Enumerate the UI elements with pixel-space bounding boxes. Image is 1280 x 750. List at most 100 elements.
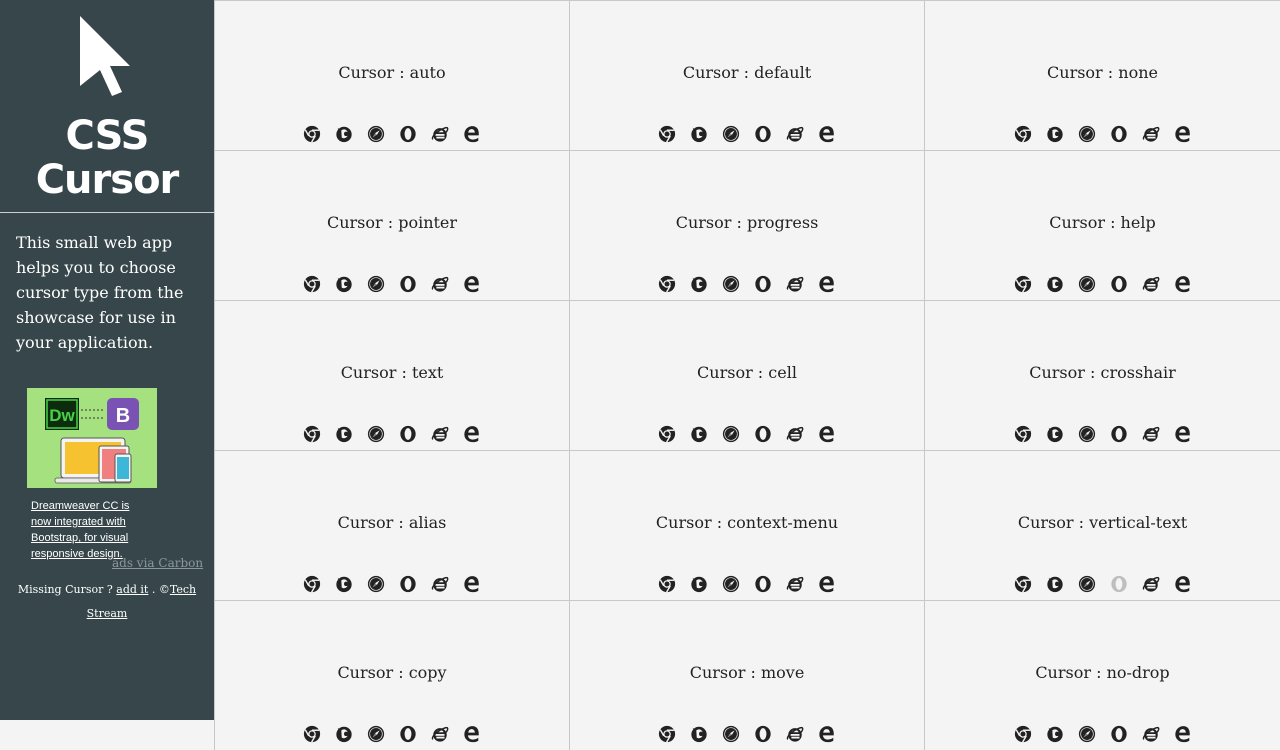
cursor-cell[interactable]: Cursor : context-menu xyxy=(569,450,924,600)
chrome-icon xyxy=(658,425,676,447)
opera-icon xyxy=(1110,725,1128,747)
cursor-cell[interactable]: Cursor : move xyxy=(569,600,924,750)
ad-bootstrap-badge: B xyxy=(116,405,130,427)
ie-icon xyxy=(431,275,449,297)
opera-icon xyxy=(399,125,417,147)
cursor-cell[interactable]: Cursor : help xyxy=(924,150,1280,300)
ad-link[interactable]: Dreamweaver CC is now integrated with Bo… xyxy=(31,498,151,562)
cursor-label: Cursor : pointer xyxy=(326,213,458,232)
cursor-cell[interactable]: Cursor : vertical-text xyxy=(924,450,1280,600)
edge-icon xyxy=(818,425,836,447)
firefox-icon xyxy=(690,125,708,147)
chrome-icon xyxy=(1014,575,1032,597)
edge-icon xyxy=(1174,125,1192,147)
cursor-cell[interactable]: Cursor : copy xyxy=(214,600,569,750)
cursor-label: Cursor : auto xyxy=(338,63,446,82)
cursor-label: Cursor : default xyxy=(682,63,812,82)
safari-icon xyxy=(367,125,385,147)
chrome-icon xyxy=(1014,275,1032,297)
chrome-icon xyxy=(303,425,321,447)
ie-icon xyxy=(1142,275,1160,297)
opera-icon xyxy=(399,425,417,447)
firefox-icon xyxy=(335,275,353,297)
safari-icon xyxy=(722,725,740,747)
cursor-label: Cursor : vertical-text xyxy=(1017,513,1188,532)
safari-icon xyxy=(1078,725,1096,747)
cursor-cell[interactable]: Cursor : no-drop xyxy=(924,600,1280,750)
cursor-label: Cursor : move xyxy=(689,663,805,682)
ie-icon xyxy=(786,725,804,747)
sidebar-divider xyxy=(0,212,214,213)
edge-icon xyxy=(1174,575,1192,597)
browser-support-icons xyxy=(215,725,569,747)
cursor-cell[interactable]: Cursor : auto xyxy=(214,0,569,150)
browser-support-icons xyxy=(570,125,924,147)
edge-icon xyxy=(463,125,481,147)
cursor-label: Cursor : text xyxy=(340,363,444,382)
cursor-cell[interactable]: Cursor : pointer xyxy=(214,150,569,300)
chrome-icon xyxy=(303,725,321,747)
firefox-icon xyxy=(690,425,708,447)
sidebar-footer: Missing Cursor ? add it . ©Tech Stream xyxy=(0,578,214,626)
safari-icon xyxy=(1078,425,1096,447)
chrome-icon xyxy=(1014,725,1032,747)
ad-image[interactable]: Dw B xyxy=(27,388,157,488)
edge-icon xyxy=(463,575,481,597)
chrome-icon xyxy=(1014,425,1032,447)
firefox-icon xyxy=(335,725,353,747)
browser-support-icons xyxy=(925,725,1280,747)
firefox-icon xyxy=(1046,575,1064,597)
safari-icon xyxy=(1078,125,1096,147)
cursor-label: Cursor : progress xyxy=(675,213,819,232)
opera-icon xyxy=(1110,125,1128,147)
cursor-grid: Cursor : auto Cursor : default Cursor : no… xyxy=(214,0,1280,750)
ie-icon xyxy=(431,725,449,747)
safari-icon xyxy=(1078,575,1096,597)
cursor-cell[interactable]: Cursor : progress xyxy=(569,150,924,300)
chrome-icon xyxy=(658,275,676,297)
firefox-icon xyxy=(335,125,353,147)
cursor-cell[interactable]: Cursor : crosshair xyxy=(924,300,1280,450)
safari-icon xyxy=(1078,275,1096,297)
firefox-icon xyxy=(690,725,708,747)
cursor-label: Cursor : cell xyxy=(697,363,797,382)
firefox-icon xyxy=(1046,125,1064,147)
cursor-cell[interactable]: Cursor : text xyxy=(214,300,569,450)
browser-support-icons xyxy=(925,125,1280,147)
cursor-cell[interactable]: Cursor : alias xyxy=(214,450,569,600)
ads-via-carbon-link[interactable]: ads via Carbon xyxy=(112,556,203,570)
ie-icon xyxy=(786,125,804,147)
browser-support-icons xyxy=(570,425,924,447)
ie-icon xyxy=(1142,425,1160,447)
chrome-icon xyxy=(303,125,321,147)
edge-icon xyxy=(818,125,836,147)
add-it-link[interactable]: add it xyxy=(116,583,148,596)
chrome-icon xyxy=(658,725,676,747)
opera-icon xyxy=(754,575,772,597)
firefox-icon xyxy=(1046,725,1064,747)
cursor-cell[interactable]: Cursor : none xyxy=(924,0,1280,150)
app-description: This small web app helps you to choose c… xyxy=(16,233,184,352)
browser-support-icons xyxy=(570,575,924,597)
sidebar: CSS Cursor This small web app helps you … xyxy=(0,0,214,720)
ie-icon xyxy=(786,575,804,597)
ie-icon xyxy=(1142,575,1160,597)
browser-support-icons xyxy=(215,575,569,597)
browser-support-icons xyxy=(925,575,1280,597)
ad-dw-badge: Dw xyxy=(49,406,75,425)
opera-icon xyxy=(399,575,417,597)
opera-icon xyxy=(1110,575,1128,597)
edge-icon xyxy=(463,275,481,297)
safari-icon xyxy=(367,575,385,597)
edge-icon xyxy=(818,275,836,297)
ie-icon xyxy=(1142,125,1160,147)
edge-icon xyxy=(818,575,836,597)
safari-icon xyxy=(722,575,740,597)
safari-icon xyxy=(367,275,385,297)
cursor-cell[interactable]: Cursor : default xyxy=(569,0,924,150)
opera-icon xyxy=(1110,425,1128,447)
cursor-cell[interactable]: Cursor : cell xyxy=(569,300,924,450)
opera-icon xyxy=(754,275,772,297)
opera-icon xyxy=(754,725,772,747)
edge-icon xyxy=(463,425,481,447)
